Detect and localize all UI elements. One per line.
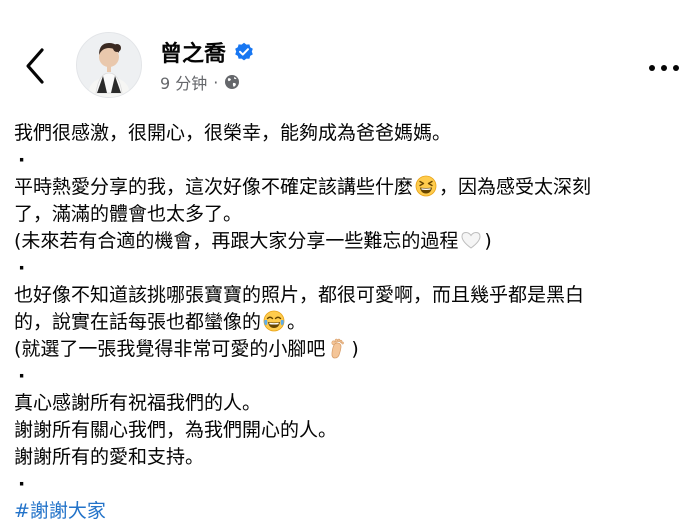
post-line: (未來若有合適的機會，再跟大家分享一些難忘的過程 ) — [14, 228, 686, 255]
post-line-text: 。 — [287, 311, 307, 333]
foot-emoji — [327, 337, 349, 359]
dot-separator: · — [18, 365, 26, 387]
post-header: 曾之喬 9 分钟 · — [0, 0, 700, 112]
post-line-text: 平時熱愛分享的我，這次好像不確定該講些什麼 — [14, 176, 414, 198]
post-line: 也好像不知道該挑哪張寶寶的照片，都很可愛啊，而且幾乎都是黑白 — [14, 284, 585, 306]
grinning-squinting-face-emoji — [415, 175, 437, 197]
dot-separator: · — [18, 473, 26, 495]
post-line: 平時熱愛分享的我，這次好像不確定該講些什麼 ，因為感受太深刻 — [14, 174, 686, 201]
post-text: 我們很感激，很開心，很榮幸，能夠成為爸爸媽媽。 · 平時熱愛分享的我，這次好像不… — [14, 120, 686, 525]
post-line-text: 的，說實在話每張也都蠻像的 — [14, 311, 262, 333]
white-heart-emoji — [460, 229, 482, 251]
post-line: 的，說實在話每張也都蠻像的 。 — [14, 309, 686, 336]
post-line-text: (未來若有合適的機會，再跟大家分享一些難忘的過程 — [14, 230, 459, 252]
globe-icon[interactable] — [224, 74, 240, 90]
more-options-icon[interactable] — [644, 58, 684, 78]
post-line: 了，滿滿的體會也太多了。 — [14, 203, 243, 225]
post-timestamp[interactable]: 9 分钟 — [160, 70, 207, 94]
dot-separator: · — [18, 149, 26, 171]
back-arrow-icon[interactable] — [20, 44, 50, 88]
tears-of-joy-emoji — [263, 310, 285, 332]
post-line-text: ) — [484, 230, 492, 252]
meta-separator: · — [213, 72, 219, 92]
post-line: 謝謝所有的愛和支持。 — [14, 446, 205, 468]
post-line: 謝謝所有關心我們，為我們開心的人。 — [14, 419, 338, 441]
avatar[interactable] — [76, 32, 142, 98]
post-line: (就選了一張我覺得非常可愛的小腳吧 ) — [14, 336, 686, 363]
author-row: 曾之喬 — [160, 36, 254, 68]
post-line: 我們很感激，很開心，很榮幸，能夠成為爸爸媽媽。 — [14, 122, 452, 144]
post-meta: 9 分钟 · — [160, 71, 240, 93]
post-line-text: ，因為感受太深刻 — [439, 176, 592, 198]
verified-badge-icon — [234, 42, 254, 62]
post-line: 真心感謝所有祝福我們的人。 — [14, 392, 262, 414]
post-line-text: (就選了一張我覺得非常可愛的小腳吧 — [14, 338, 326, 360]
post-line-text: ) — [351, 338, 359, 360]
dot-separator: · — [18, 257, 26, 279]
author-name[interactable]: 曾之喬 — [160, 36, 226, 68]
